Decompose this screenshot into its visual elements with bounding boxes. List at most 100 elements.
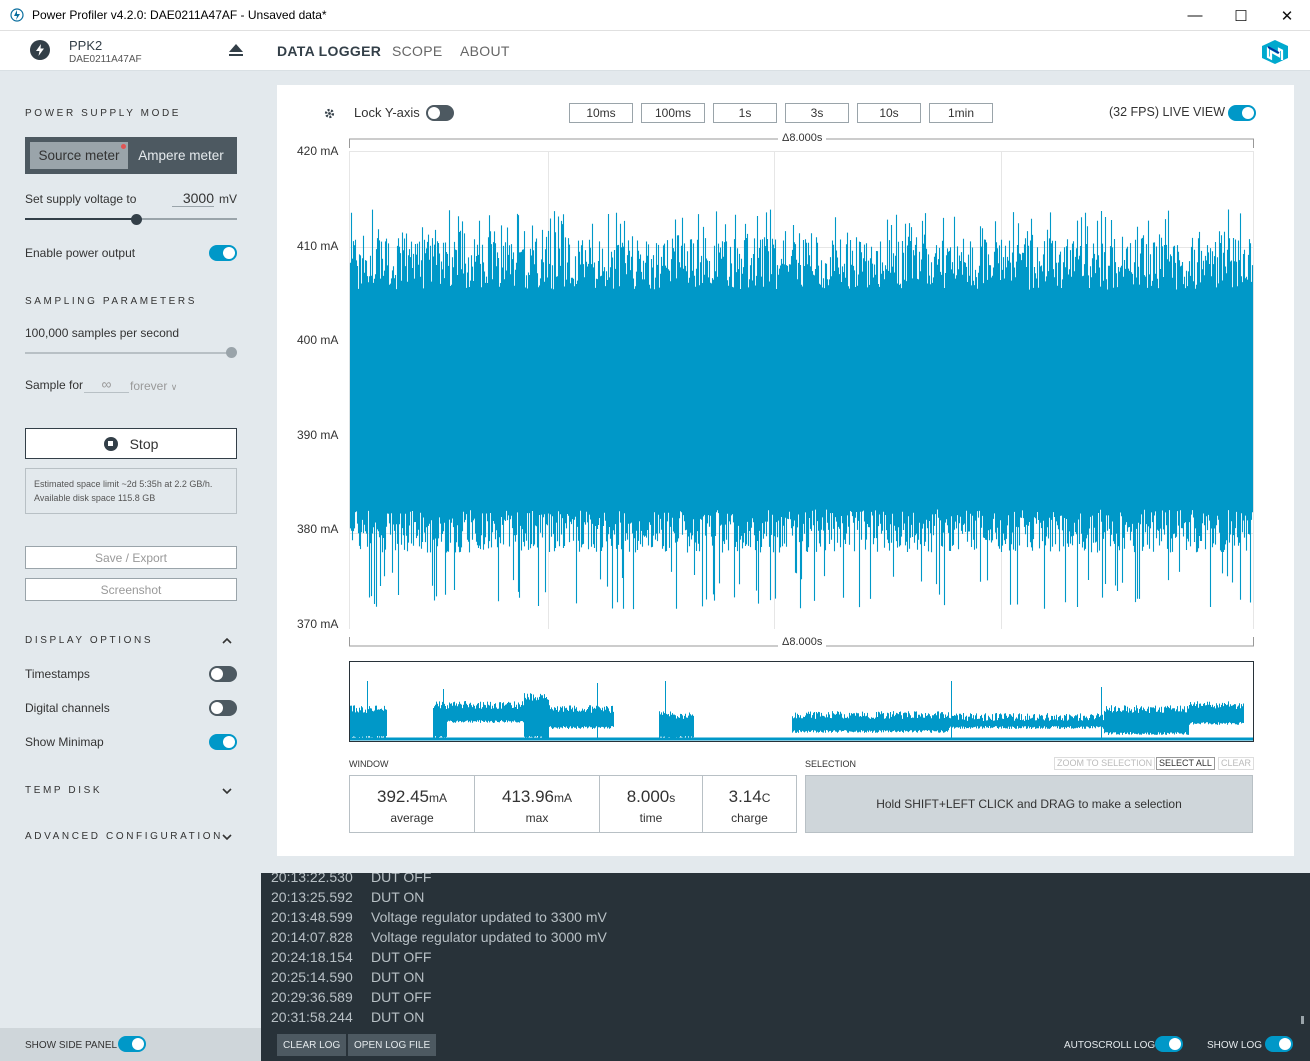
max-value: 413.96 — [502, 787, 554, 806]
show-log-label: SHOW LOG — [1207, 1040, 1263, 1051]
window-1min-button[interactable]: 1min — [929, 103, 993, 123]
autoscroll-log-label: AUTOSCROLL LOG — [1064, 1040, 1156, 1051]
y-tick-label: 420 mA — [297, 144, 339, 158]
sample-rate-slider-handle[interactable] — [226, 347, 237, 358]
show-side-panel-toggle[interactable] — [118, 1036, 146, 1052]
max-stat: 413.96mA max — [474, 775, 600, 833]
zoom-to-selection-button[interactable]: ZOOM TO SELECTION — [1054, 757, 1156, 770]
max-label: max — [525, 811, 549, 825]
voltage-slider-handle[interactable] — [131, 214, 142, 225]
log-entry: 20:24:18.154 DUT OFF — [271, 949, 432, 965]
chevron-down-icon[interactable] — [222, 788, 232, 794]
device-serial: DAE0211A47AF — [69, 54, 142, 65]
eject-icon[interactable] — [228, 43, 244, 57]
timestamps-label: Timestamps — [25, 667, 90, 681]
time-label: time — [639, 811, 663, 825]
max-unit: mA — [554, 791, 572, 805]
log-entry: 20:13:48.599 Voltage regulator updated to… — [271, 909, 607, 925]
enable-power-output-label: Enable power output — [25, 246, 136, 260]
sample-for-label: Sample for — [25, 378, 84, 392]
close-button[interactable]: ✕ — [1264, 0, 1310, 31]
window-titlebar: Power Profiler v4.2.0: DAE0211A47AF - Un… — [0, 0, 1310, 31]
show-log-toggle[interactable] — [1265, 1036, 1293, 1052]
log-entry: 20:13:25.592 DUT ON — [271, 889, 425, 905]
sampling-parameters-title: SAMPLING PARAMETERS — [25, 296, 198, 307]
chevron-down-icon: ∨ — [170, 382, 178, 392]
chevron-up-icon[interactable] — [222, 638, 232, 644]
log-entry: 20:31:58.244 DUT ON — [271, 1009, 425, 1025]
timestamps-toggle[interactable] — [209, 666, 237, 682]
charge-label: charge — [731, 811, 768, 825]
window-1s-button[interactable]: 1s — [713, 103, 777, 123]
time-stat: 8.000s time — [599, 775, 703, 833]
selection-hint: Hold SHIFT+LEFT CLICK and DRAG to make a… — [805, 775, 1253, 833]
average-value: 392.45 — [377, 787, 429, 806]
sample-for-unit-select[interactable]: forever ∨ — [130, 379, 177, 393]
chevron-down-icon[interactable] — [222, 834, 232, 840]
charge-stat: 3.14C charge — [702, 775, 797, 833]
clear-log-button[interactable]: CLEAR LOG — [277, 1034, 347, 1056]
show-minimap-label: Show Minimap — [25, 735, 104, 749]
delta-top-label: Δ8.000s — [778, 132, 827, 144]
advanced-configuration-title[interactable]: ADVANCED CONFIGURATION — [25, 831, 223, 842]
maximize-button[interactable]: ☐ — [1218, 0, 1264, 31]
average-stat: 392.45mA average — [349, 775, 475, 833]
window-3s-button[interactable]: 3s — [785, 103, 849, 123]
charge-value: 3.14 — [728, 787, 762, 806]
y-tick-label: 390 mA — [297, 428, 339, 442]
display-options-title: DISPLAY OPTIONS — [25, 635, 154, 646]
log-entry: 20:25:14.590 DUT ON — [271, 969, 425, 985]
time-unit: s — [669, 791, 676, 805]
supply-voltage-unit: mV — [219, 192, 237, 206]
ampere-meter-button[interactable]: Ampere meter — [130, 142, 232, 169]
enable-power-output-toggle[interactable] — [209, 245, 237, 261]
log-entry: 20:13:22.530 DUT OFF — [271, 873, 432, 885]
log-panel[interactable]: 20:13:22.530 DUT OFF 20:13:25.592 DUT ON 2… — [261, 873, 1310, 1028]
log-scrollbar[interactable] — [1301, 1016, 1304, 1024]
window-100ms-button[interactable]: 100ms — [641, 103, 705, 123]
open-log-file-button[interactable]: OPEN LOG FILE — [348, 1034, 437, 1056]
screenshot-button[interactable]: Screenshot — [25, 578, 237, 601]
lightning-icon — [30, 40, 50, 60]
minimap[interactable] — [349, 661, 1254, 742]
autoscroll-log-toggle[interactable] — [1155, 1036, 1183, 1052]
live-view-toggle[interactable] — [1228, 105, 1256, 121]
space-limit-info: Estimated space limit ~2d 5:35h at 2.2 G… — [25, 468, 237, 514]
live-view-label: (32 FPS) LIVE VIEW — [1109, 105, 1226, 119]
log-entry: 20:14:07.828 Voltage regulator updated to… — [271, 929, 607, 945]
select-all-button[interactable]: SELECT ALL — [1156, 757, 1215, 770]
supply-voltage-input[interactable]: 3000 — [172, 190, 214, 207]
log-entry: 20:29:36.589 DUT OFF — [271, 989, 432, 1005]
show-side-panel-label: SHOW SIDE PANEL — [25, 1040, 118, 1051]
clear-selection-button[interactable]: CLEAR — [1218, 757, 1255, 770]
source-meter-label: Source meter — [38, 148, 120, 163]
minimize-button[interactable]: — — [1172, 0, 1218, 31]
window-10ms-button[interactable]: 10ms — [569, 103, 633, 123]
window-10s-button[interactable]: 10s — [857, 103, 921, 123]
tab-data-logger[interactable]: DATA LOGGER — [277, 43, 381, 59]
nordic-logo — [1262, 40, 1288, 64]
average-unit: mA — [429, 791, 447, 805]
device-name: PPK2 — [69, 38, 103, 53]
tab-scope[interactable]: SCOPE — [392, 43, 443, 59]
power-mode-switch: Source meter Ampere meter — [25, 137, 237, 174]
tab-about[interactable]: ABOUT — [460, 43, 510, 59]
sample-rate-slider-track[interactable] — [25, 352, 231, 354]
stop-icon — [103, 436, 118, 451]
sample-for-input[interactable]: ∞ — [84, 376, 129, 393]
source-meter-button[interactable]: Source meter — [30, 142, 128, 169]
current-chart[interactable] — [349, 151, 1254, 629]
temp-disk-title[interactable]: TEMP DISK — [25, 785, 102, 796]
lock-y-axis-toggle[interactable] — [426, 105, 454, 121]
show-minimap-toggle[interactable] — [209, 734, 237, 750]
save-export-button[interactable]: Save / Export — [25, 546, 237, 569]
device-selector[interactable]: PPK2 DAE0211A47AF — [0, 31, 261, 71]
gear-icon[interactable] — [323, 107, 336, 120]
y-tick-label: 400 mA — [297, 333, 339, 347]
lock-y-axis-label: Lock Y-axis — [354, 105, 420, 120]
digital-channels-toggle[interactable] — [209, 700, 237, 716]
stop-button[interactable]: Stop — [25, 428, 237, 459]
time-value: 8.000 — [626, 787, 670, 806]
charge-unit: C — [761, 791, 771, 805]
power-supply-mode-title: POWER SUPPLY MODE — [25, 108, 182, 119]
